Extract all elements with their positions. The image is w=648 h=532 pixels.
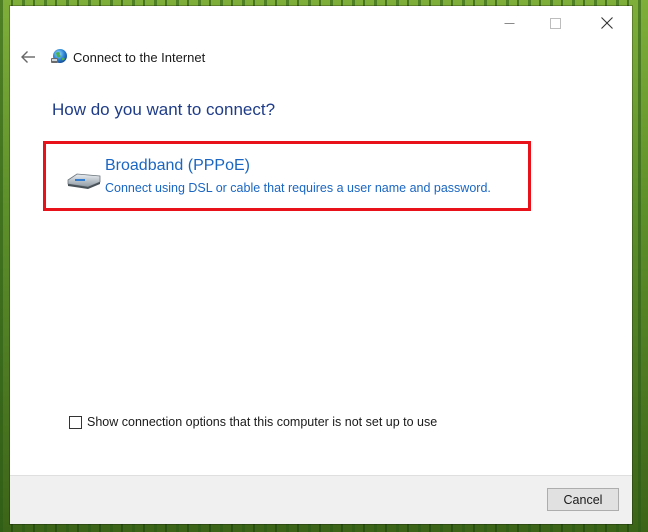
show-options-label: Show connection options that this comput… [87,415,438,429]
close-icon [601,17,613,29]
minimize-icon [504,22,514,24]
show-options-row[interactable]: Show connection options that this comput… [69,414,437,430]
maximize-button[interactable] [532,6,578,40]
dialog-window: Connect to the Internet How do you want … [10,6,632,524]
back-arrow-icon [21,51,35,63]
show-options-checkbox[interactable] [69,415,82,429]
back-button[interactable] [16,46,40,68]
page-heading: How do you want to connect? [52,100,276,119]
globe-network-icon [51,49,67,63]
minimize-button[interactable] [486,6,532,40]
cancel-button[interactable]: Cancel [547,488,619,511]
navigation-bar: Connect to the Internet [10,42,632,72]
title-bar [10,6,632,40]
option-description: Connect using DSL or cable that requires… [105,181,491,195]
option-title: Broadband (PPPoE) [105,157,250,174]
dialog-footer: Cancel [10,475,632,524]
maximize-icon [549,17,561,29]
broadband-modem-icon [67,173,101,189]
window-title: Connect to the Internet [73,50,206,65]
broadband-option[interactable]: Broadband (PPPoE) Connect using DSL or c… [43,141,531,211]
close-button[interactable] [584,6,630,40]
